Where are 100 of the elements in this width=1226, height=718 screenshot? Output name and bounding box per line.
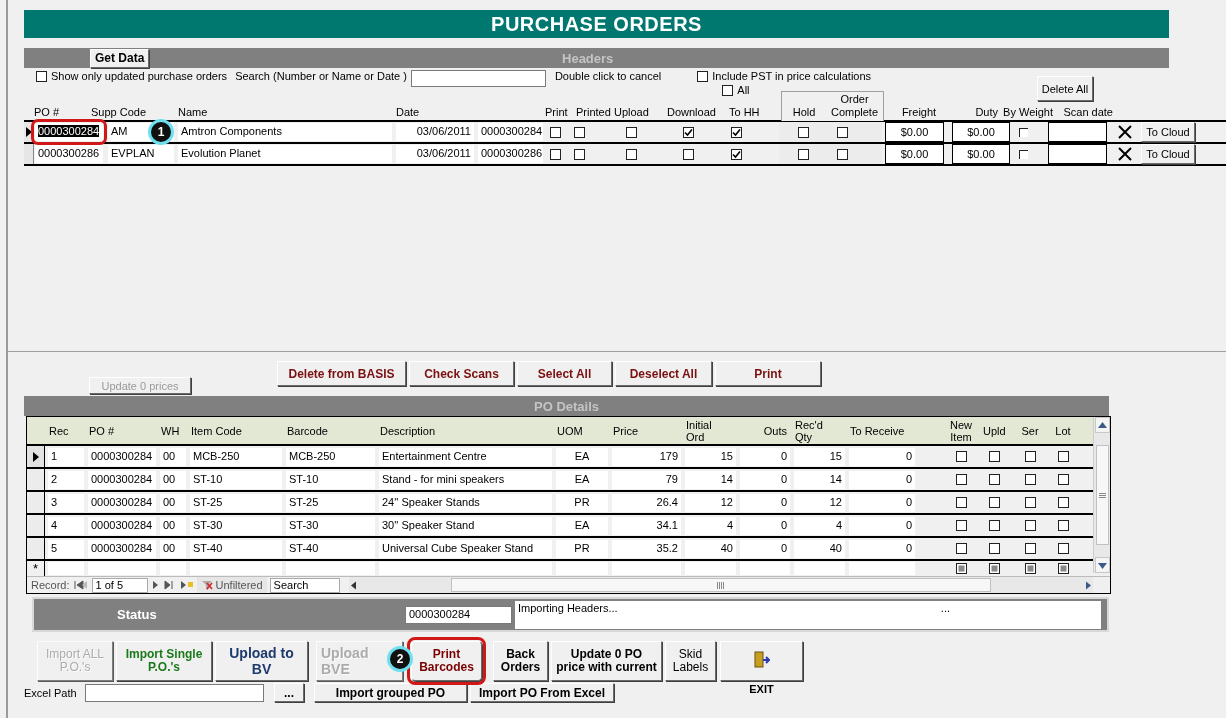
checkbox[interactable]	[955, 543, 967, 554]
checkbox[interactable]	[955, 497, 967, 508]
column-header: Printed	[576, 106, 612, 120]
checkbox[interactable]	[988, 543, 1000, 554]
action-button[interactable]: Skid Labels	[665, 641, 716, 681]
action-button[interactable]: Back Orders	[493, 641, 548, 681]
vertical-scrollbar[interactable]	[1093, 417, 1110, 573]
grip-icon	[1098, 492, 1106, 498]
row-pointer-icon	[32, 451, 39, 462]
checkbox[interactable]	[797, 126, 809, 138]
import-grouped-button[interactable]: Import grouped PO	[314, 683, 467, 702]
checkbox[interactable]	[1019, 127, 1028, 137]
search-field[interactable]	[410, 70, 546, 87]
checkbox[interactable]	[837, 148, 848, 160]
action-button[interactable]: Import Single P.O.'s	[116, 641, 212, 681]
scan-date-field[interactable]	[1048, 122, 1107, 142]
record-selector[interactable]	[27, 469, 45, 490]
scrollbar-thumb[interactable]	[450, 578, 991, 592]
first-record-icon[interactable]	[72, 580, 89, 590]
checkbox[interactable]	[1024, 520, 1036, 531]
filter-button[interactable]: Unfiltered	[196, 577, 267, 593]
checkbox[interactable]	[1057, 497, 1069, 508]
received-qty-cell: 14	[794, 470, 845, 489]
excel-path-field[interactable]	[85, 683, 264, 702]
checkbox[interactable]	[797, 148, 809, 160]
checkbox[interactable]	[549, 126, 561, 138]
action-button[interactable]: Print	[715, 361, 821, 386]
action-button[interactable]: Upload to BV	[215, 641, 308, 681]
checkbox[interactable]	[573, 126, 585, 138]
duty-cell: $0.00	[952, 122, 1010, 142]
checkbox[interactable]	[1024, 543, 1036, 554]
search-field[interactable]: Search	[269, 577, 340, 593]
right-arrow-icon[interactable]	[1084, 580, 1093, 590]
new-record-icon[interactable]	[179, 580, 194, 590]
checkbox[interactable]	[730, 148, 742, 160]
record-selector[interactable]	[27, 515, 45, 536]
checkbox[interactable]	[955, 474, 967, 485]
record-selector[interactable]	[27, 492, 45, 513]
checkbox[interactable]	[722, 84, 734, 96]
browse-button[interactable]: ...	[274, 683, 304, 702]
action-button[interactable]: Update 0 PO price with current	[551, 641, 662, 681]
action-button[interactable]: Deselect All	[615, 361, 712, 386]
checkbox[interactable]	[1057, 520, 1069, 531]
price-cell: 34.1	[612, 516, 681, 535]
checkbox[interactable]	[682, 126, 694, 138]
supplier-code-cell: EVPLAN	[108, 145, 174, 163]
warehouse-cell: 00	[160, 539, 186, 558]
to-cloud-button[interactable]: To Cloud	[1141, 122, 1195, 142]
description-cell: Stand - for mini speakers	[379, 470, 552, 489]
checkbox[interactable]	[955, 451, 967, 462]
checkbox[interactable]	[36, 70, 47, 82]
checkbox[interactable]	[625, 148, 637, 160]
exit-button[interactable]	[720, 641, 803, 681]
delete-all-button[interactable]: Delete All	[1037, 76, 1093, 101]
checkbox[interactable]	[1019, 149, 1028, 159]
checkbox[interactable]	[988, 474, 1000, 485]
to-cloud-button[interactable]: To Cloud	[1141, 144, 1195, 164]
duty-cell: $0.00	[952, 144, 1010, 164]
checkbox[interactable]	[549, 148, 561, 160]
record-selector[interactable]	[27, 538, 45, 559]
empty-cell	[849, 562, 915, 575]
status-po-field[interactable]: 0000300284	[405, 605, 512, 624]
left-arrow-icon[interactable]	[348, 580, 358, 590]
checkbox[interactable]	[988, 497, 1000, 508]
checkbox[interactable]	[730, 126, 742, 138]
horizontal-scrollbar[interactable]	[348, 577, 1093, 593]
to-receive-cell: 0	[849, 516, 915, 535]
checkbox[interactable]	[1024, 474, 1036, 485]
column-header: Rec'd Qty	[794, 418, 824, 443]
checkbox[interactable]	[988, 451, 1000, 462]
scrollbar-thumb[interactable]	[1095, 445, 1109, 545]
checkbox[interactable]	[573, 148, 585, 160]
checkbox[interactable]	[1057, 451, 1069, 462]
disabled-checkbox-icon	[1024, 563, 1036, 574]
po-number-cell: 0000300284	[478, 123, 543, 141]
checkbox[interactable]	[955, 520, 967, 531]
checkbox[interactable]	[1024, 451, 1036, 462]
record-selector[interactable]	[27, 446, 45, 467]
column-header: Description	[379, 424, 437, 437]
item-code-cell: ST-10	[190, 470, 282, 489]
checkbox[interactable]	[1024, 497, 1036, 508]
initial-order-cell: 14	[685, 470, 736, 489]
action-button[interactable]: Select All	[517, 361, 612, 386]
checkbox[interactable]	[682, 148, 694, 160]
action-button[interactable]: Delete from BASIS	[277, 361, 406, 386]
record-position-field[interactable]: 1 of 5	[91, 577, 148, 593]
checkbox[interactable]	[697, 70, 709, 82]
name-cell: Evolution Planet	[178, 145, 392, 163]
column-header: Print	[545, 106, 569, 120]
scan-date-field[interactable]	[1048, 144, 1107, 164]
checkbox[interactable]	[625, 126, 637, 138]
checkbox[interactable]	[837, 126, 848, 138]
checkbox[interactable]	[988, 520, 1000, 531]
checkbox[interactable]	[1057, 474, 1069, 485]
get-data-button[interactable]: Get Data	[90, 48, 150, 68]
action-button[interactable]: Check Scans	[409, 361, 514, 386]
checkbox[interactable]	[1057, 543, 1069, 554]
column-header: PO #	[34, 106, 61, 120]
window-title: PURCHASE ORDERS	[24, 10, 1169, 38]
import-excel-button[interactable]: Import PO From Excel	[470, 683, 614, 702]
